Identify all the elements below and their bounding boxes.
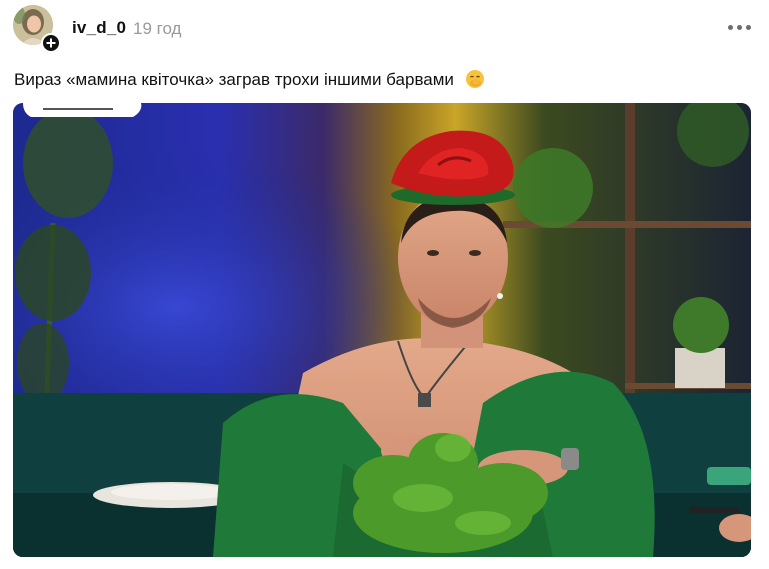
author-username[interactable]: iv_d_0 — [72, 18, 126, 38]
follow-button[interactable] — [41, 33, 61, 53]
post-timestamp[interactable]: 19 год — [133, 19, 181, 39]
more-options-button[interactable] — [722, 14, 756, 40]
more-dots-icon — [727, 24, 733, 30]
caption-text: Вираз «мамина квіточка» заграв трохи інш… — [14, 70, 454, 89]
thread-post: iv_d_0 19 год Вираз «мамина квіточка» за… — [0, 0, 769, 569]
face-with-hand-over-mouth-emoji-icon — [465, 69, 485, 94]
plus-icon — [46, 38, 56, 48]
post-caption: Вираз «мамина квіточка» заграв трохи інш… — [14, 69, 485, 94]
author-avatar-container[interactable] — [13, 5, 61, 53]
video-still-image-icon — [13, 103, 751, 557]
post-image[interactable] — [13, 103, 751, 557]
